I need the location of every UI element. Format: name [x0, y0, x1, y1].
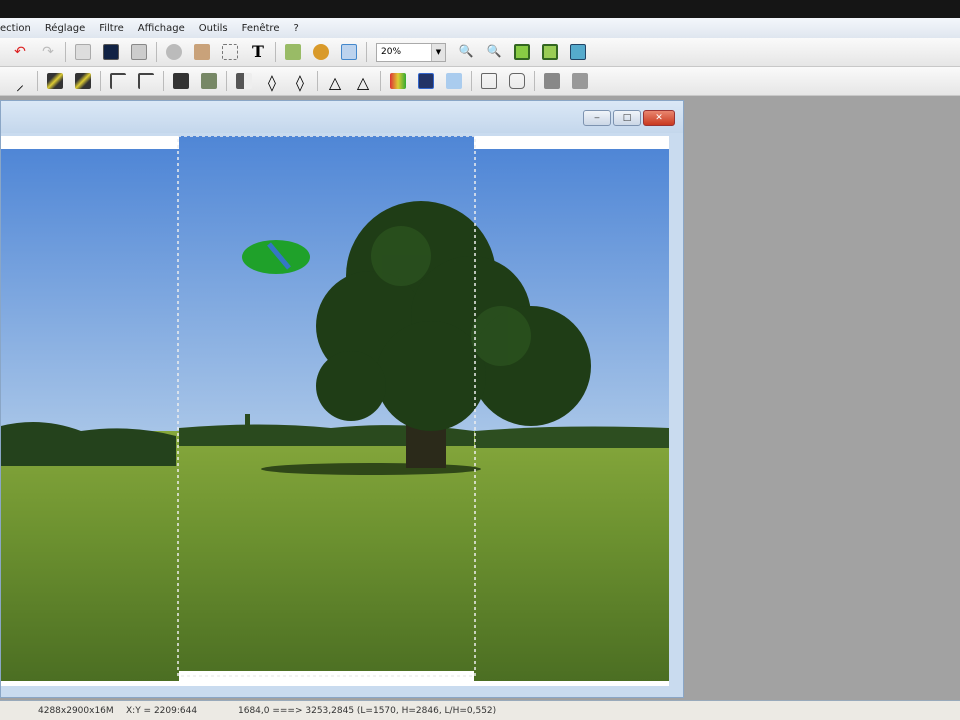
color-icon[interactable] — [418, 73, 434, 89]
zoom-in-icon[interactable]: 🔍 — [458, 44, 474, 60]
menu-fenetre[interactable]: Fenêtre — [242, 23, 280, 34]
menu-reglage[interactable]: Réglage — [45, 23, 85, 34]
menu-outils[interactable]: Outils — [199, 23, 228, 34]
grid2-icon[interactable] — [201, 73, 217, 89]
drop-icon[interactable]: ◊ — [264, 73, 280, 92]
triangle-icon[interactable]: △ — [327, 73, 343, 92]
menu-selection[interactable]: ection — [0, 23, 31, 34]
zoom-out-icon[interactable]: 🔍 — [486, 44, 502, 60]
fit-all-icon[interactable] — [542, 44, 558, 60]
menu-affichage[interactable]: Affichage — [138, 23, 185, 34]
stamp-icon[interactable] — [194, 44, 210, 60]
triangle2-icon[interactable]: △ — [355, 73, 371, 92]
menu-help[interactable]: ? — [293, 23, 298, 34]
maximize-button[interactable]: □ — [613, 110, 641, 126]
contrast-icon[interactable] — [236, 73, 252, 89]
tree-icon[interactable] — [285, 44, 301, 60]
corner-icon[interactable] — [110, 73, 126, 89]
screen-top-bar — [0, 0, 960, 18]
redo-icon[interactable]: ↷ — [40, 44, 56, 60]
corner2-icon[interactable] — [138, 73, 154, 89]
main-toolbar: ↶ ↷ T 20% ▼ 🔍 🔍 — [0, 38, 960, 67]
window-titlebar[interactable] — [1, 101, 683, 133]
pick-white-icon[interactable] — [75, 73, 91, 89]
cursor-coordinates: X:Y = 2209:644 — [126, 705, 198, 716]
tool2-icon[interactable] — [572, 73, 588, 89]
copy-icon[interactable] — [75, 44, 91, 60]
status-bar: 4288x2900x16M X:Y = 2209:644 1684,0 ===>… — [0, 700, 960, 720]
menu-filtre[interactable]: Filtre — [99, 23, 124, 34]
zoom-select[interactable]: 20% ▼ — [376, 42, 446, 62]
layers-icon[interactable] — [446, 73, 462, 89]
chevron-down-icon[interactable]: ▼ — [431, 43, 445, 61]
selection-info: 1684,0 ===> 3253,2845 (L=1570, H=2846, L… — [238, 705, 497, 716]
text-icon[interactable]: T — [250, 44, 266, 60]
pencil-cursor-icon — [242, 240, 310, 274]
print-icon[interactable] — [509, 73, 525, 89]
drop2-icon[interactable]: ◊ — [292, 73, 308, 92]
clone-icon[interactable] — [166, 44, 182, 60]
hand-icon[interactable] — [313, 44, 329, 60]
close-button[interactable]: ✕ — [643, 110, 675, 126]
grid-icon[interactable] — [173, 73, 189, 89]
image-window: ‒ □ ✕ — [0, 100, 684, 698]
menu-bar: ection Réglage Filtre Affichage Outils F… — [0, 18, 960, 38]
monitor-icon[interactable] — [570, 44, 586, 60]
palette-icon[interactable] — [390, 73, 406, 89]
landscape-photo — [1, 136, 669, 686]
paste-icon[interactable] — [103, 44, 119, 60]
image-canvas[interactable] — [1, 136, 669, 686]
secondary-toolbar: ⸝ ◊ ◊ △ △ — [0, 67, 960, 96]
fit-icon[interactable] — [514, 44, 530, 60]
compare-icon[interactable] — [481, 73, 497, 89]
pick-black-icon[interactable] — [47, 73, 63, 89]
window-icon[interactable] — [341, 44, 357, 60]
image-size: 4288x2900x16M — [38, 705, 114, 716]
minimize-button[interactable]: ‒ — [583, 110, 611, 126]
page-icon[interactable] — [131, 44, 147, 60]
undo-icon[interactable]: ↶ — [12, 44, 28, 60]
tool1-icon[interactable] — [544, 73, 560, 89]
crop-icon[interactable] — [222, 44, 238, 60]
pick-icon[interactable]: ⸝ — [12, 73, 28, 94]
